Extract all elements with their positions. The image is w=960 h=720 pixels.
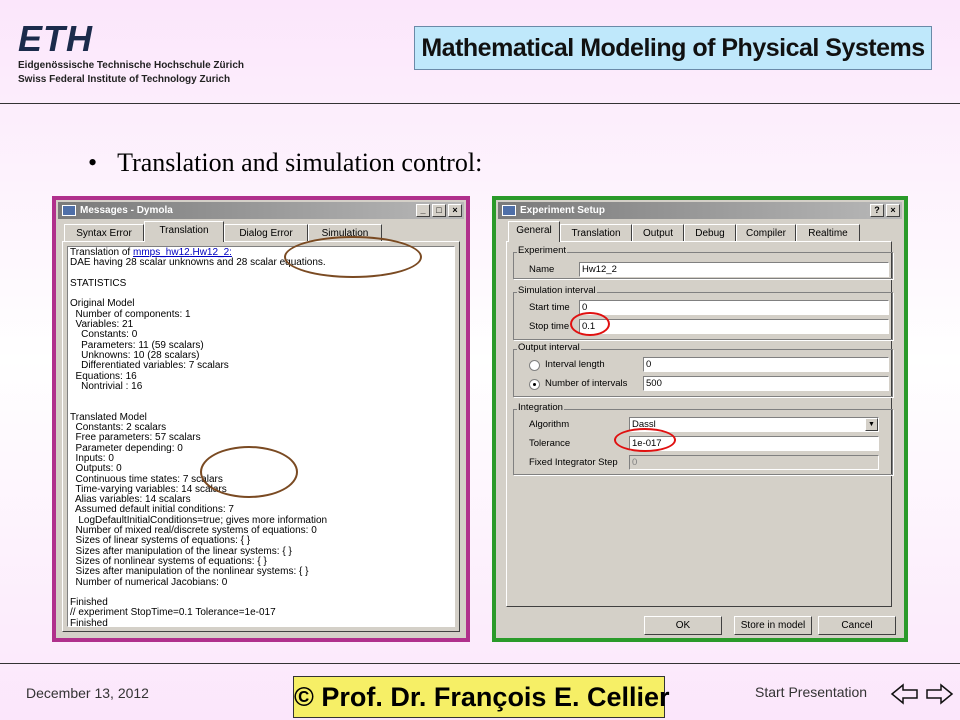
tab-output[interactable]: Output [632, 224, 684, 242]
messages-window: Messages - Dymola _ □ × Syntax Error Tra… [56, 200, 466, 638]
help-button[interactable]: ? [870, 204, 884, 217]
interval-length-label: Interval length [545, 359, 605, 370]
log-line: STATISTICS [70, 277, 127, 289]
number-of-intervals-field[interactable]: 500 [643, 376, 889, 391]
log-line: Number of numerical Jacobians: 0 [70, 576, 228, 588]
forward-arrow-icon[interactable] [924, 682, 954, 706]
messages-title: Messages - Dymola [80, 205, 173, 216]
output-interval-label: Output interval [517, 342, 581, 353]
ok-button[interactable]: OK [644, 616, 722, 635]
tab-translation[interactable]: Translation [144, 221, 224, 242]
start-time-label: Start time [529, 302, 570, 313]
algorithm-label: Algorithm [529, 419, 570, 430]
cancel-button[interactable]: Cancel [818, 616, 896, 635]
messages-window-frame: Messages - Dymola _ □ × Syntax Error Tra… [52, 196, 470, 642]
footer-divider [0, 663, 960, 664]
experiment-titlebar[interactable]: Experiment Setup ? × [498, 202, 902, 219]
algorithm-select[interactable]: Dassl ▼ [629, 417, 879, 432]
tab-debug[interactable]: Debug [684, 224, 736, 242]
tab-general[interactable]: General [508, 221, 560, 242]
translation-log[interactable]: Translation of mmps_hw12.Hw12_2: DAE hav… [67, 246, 455, 627]
store-in-model-button[interactable]: Store in model [734, 616, 812, 635]
log-line: DAE having 28 scalar unknowns and 28 sca… [70, 257, 326, 269]
institution-line-1: Eidgenössische Technische Hochschule Zür… [18, 60, 244, 71]
simulation-interval-label: Simulation interval [517, 285, 597, 296]
window-icon [62, 205, 76, 216]
interval-length-field[interactable]: 0 [643, 357, 889, 372]
author-banner: © Prof. Dr. François E. Cellier [293, 676, 670, 718]
tab-simulation[interactable]: Simulation [308, 224, 382, 242]
experiment-window-frame: Experiment Setup ? × General Translation… [492, 196, 908, 642]
tolerance-label: Tolerance [529, 438, 571, 449]
course-title: Mathematical Modeling of Physical System… [414, 26, 932, 70]
interval-length-radio[interactable] [529, 360, 540, 371]
close-button[interactable]: × [448, 204, 462, 217]
footer-date: December 13, 2012 [26, 685, 149, 701]
tab-syntax-error[interactable]: Syntax Error [64, 224, 144, 242]
tab-compiler[interactable]: Compiler [736, 224, 796, 242]
institution-line-2: Swiss Federal Institute of Technology Zu… [18, 74, 231, 85]
stop-time-field[interactable]: 0.1 [579, 319, 889, 334]
log-line: Finished [70, 617, 108, 627]
header-divider [0, 103, 960, 104]
tab-dialog-error[interactable]: Dialog Error [224, 224, 308, 242]
algorithm-value: Dassl [632, 419, 656, 430]
experiment-title: Experiment Setup [520, 205, 606, 216]
experiment-setup-window: Experiment Setup ? × General Translation… [496, 200, 904, 638]
experiment-group-label: Experiment [517, 245, 568, 256]
chevron-down-icon[interactable]: ▼ [865, 418, 878, 431]
tab-realtime[interactable]: Realtime [796, 224, 860, 242]
tab-translation[interactable]: Translation [560, 224, 632, 242]
tolerance-field[interactable]: 1e-017 [629, 436, 879, 451]
back-arrow-icon[interactable] [890, 682, 920, 706]
integration-label: Integration [517, 402, 564, 413]
fixed-step-field: 0 [629, 455, 879, 470]
bullet-symbol: • [88, 148, 98, 177]
name-label: Name [529, 264, 555, 275]
bullet-text: Translation and simulation control: [117, 148, 483, 177]
fixed-step-label: Fixed Integrator Step [529, 457, 618, 468]
log-line: Nontrivial : 16 [70, 380, 143, 392]
minimize-button[interactable]: _ [416, 204, 430, 217]
log-lines: DAE having 28 scalar unknowns and 28 sca… [70, 257, 327, 627]
stop-time-label: Stop time [529, 321, 570, 332]
name-field[interactable]: Hw12_2 [579, 262, 889, 277]
start-presentation-link[interactable]: Start Presentation [755, 684, 867, 700]
number-of-intervals-label: Number of intervals [545, 378, 628, 389]
bullet-point: • Translation and simulation control: [88, 148, 482, 178]
close-button[interactable]: × [886, 204, 900, 217]
messages-titlebar[interactable]: Messages - Dymola _ □ × [58, 202, 464, 219]
eth-wordmark: ETH [18, 18, 93, 59]
general-tab-panel: Experiment Name Hw12_2 Simulation interv… [506, 241, 893, 607]
window-icon [502, 205, 516, 216]
translation-tab-panel: Translation of mmps_hw12.Hw12_2: DAE hav… [62, 241, 460, 632]
eth-logo: ETH Eidgenössische Technische Hochschule… [18, 18, 268, 88]
start-time-field[interactable]: 0 [579, 300, 889, 315]
maximize-button[interactable]: □ [432, 204, 446, 217]
number-of-intervals-radio[interactable] [529, 379, 540, 390]
